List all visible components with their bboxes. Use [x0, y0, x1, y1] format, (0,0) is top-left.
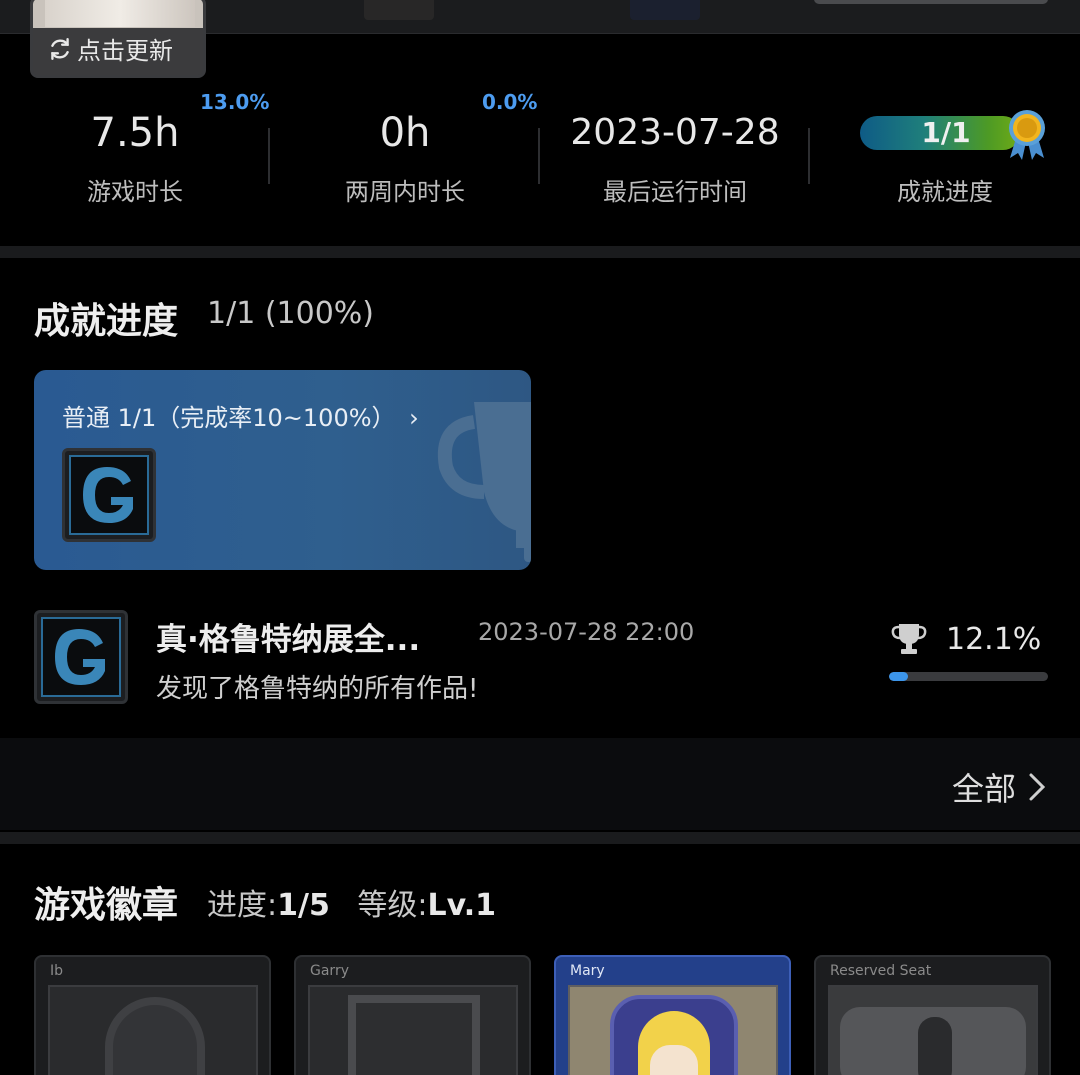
stat-percent: 13.0%: [200, 90, 270, 114]
badge-art: [308, 985, 518, 1075]
badge-art: [828, 985, 1038, 1075]
view-all-link[interactable]: 全部: [952, 764, 1046, 810]
badge-name: Garry: [310, 963, 349, 979]
achievements-summary: 1/1 (100%): [207, 296, 374, 331]
section-separator: [0, 832, 1080, 844]
stat-label: 两周内时长: [345, 178, 465, 206]
update-button-label: 点击更新: [77, 37, 173, 65]
view-all-row[interactable]: 全部: [0, 738, 1080, 830]
badge-name: Mary: [570, 963, 605, 979]
achievement-item[interactable]: 真·格鲁特纳展全... 2023-07-28 22:00 发现了格鲁特纳的所有作…: [0, 600, 1080, 710]
stat-percent: 0.0%: [482, 90, 538, 114]
badges-progress: 进度:1/5 等级:Lv.1: [207, 880, 496, 924]
stat-label: 成就进度: [897, 178, 993, 206]
badge-name: Reserved Seat: [830, 963, 932, 979]
badges-level-value: Lv.1: [427, 888, 496, 923]
stat-last-run[interactable]: 2023-07-28 最后运行时间: [540, 90, 810, 210]
chevron-right-icon: [1029, 773, 1046, 801]
stat-value: 2023-07-28: [570, 112, 780, 153]
achievement-progress-bar: 1/1: [860, 116, 1020, 150]
update-button[interactable]: 点击更新: [47, 31, 173, 66]
chevron-right-icon: ›: [409, 404, 419, 432]
g-logo-icon: [83, 467, 133, 523]
stat-playtime[interactable]: 7.5h 游戏时长 13.0%: [0, 90, 270, 210]
badges-progress-label: 进度:: [207, 888, 278, 923]
achievements-title: 成就进度: [34, 301, 179, 342]
stat-label: 最后运行时间: [603, 178, 747, 206]
badge-art: [48, 985, 258, 1075]
game-cover-image: [45, 0, 195, 27]
badge-card[interactable]: Garry: [294, 955, 531, 1075]
stat-value: 0h: [379, 110, 431, 156]
game-thumbnail: [630, 0, 700, 20]
refresh-icon: [51, 37, 69, 60]
trophy-icon: [891, 624, 927, 654]
badge-card-unlocked[interactable]: Mary: [554, 955, 791, 1075]
global-rate-fill: [889, 672, 909, 681]
achievement-icon: [34, 610, 128, 704]
trophy-icon: [437, 402, 531, 562]
badge-art: [568, 985, 778, 1075]
achievement-description: 发现了格鲁特纳的所有作品!: [156, 674, 479, 704]
stat-value: 7.5h: [90, 110, 180, 156]
section-separator: [0, 246, 1080, 258]
achievement-global-rate: 12.1%: [946, 622, 1042, 657]
g-logo-icon: [55, 629, 105, 685]
badge-card[interactable]: Reserved Seat: [814, 955, 1051, 1075]
badges-level-label: 等级:: [357, 888, 428, 923]
tier-card-normal[interactable]: 普通 1/1（完成率10~100%） ›: [34, 370, 531, 570]
view-all-label: 全部: [951, 770, 1016, 808]
achievement-icon: [62, 448, 156, 542]
global-rate-bar: [889, 672, 1048, 681]
badge-card[interactable]: Ib: [34, 955, 271, 1075]
achievement-date: 2023-07-28 22:00: [478, 618, 695, 646]
search-bar[interactable]: [814, 0, 1048, 4]
achievement-name: 真·格鲁特纳展全...: [156, 622, 421, 658]
badges-title: 游戏徽章: [34, 885, 179, 926]
update-card[interactable]: 点击更新: [30, 0, 206, 78]
medal-icon: [1009, 110, 1045, 160]
stat-label: 游戏时长: [87, 178, 183, 206]
stat-two-week[interactable]: 0h 两周内时长 0.0%: [270, 90, 540, 210]
badge-name: Ib: [50, 963, 64, 979]
tier-card-label: 普通 1/1（完成率10~100%） ›: [62, 404, 419, 432]
badges-progress-value: 1/5: [277, 888, 330, 923]
stats-row: 7.5h 游戏时长 13.0% 0h 两周内时长 0.0% 2023-07-28…: [0, 90, 1080, 220]
game-thumbnail: [364, 0, 434, 20]
